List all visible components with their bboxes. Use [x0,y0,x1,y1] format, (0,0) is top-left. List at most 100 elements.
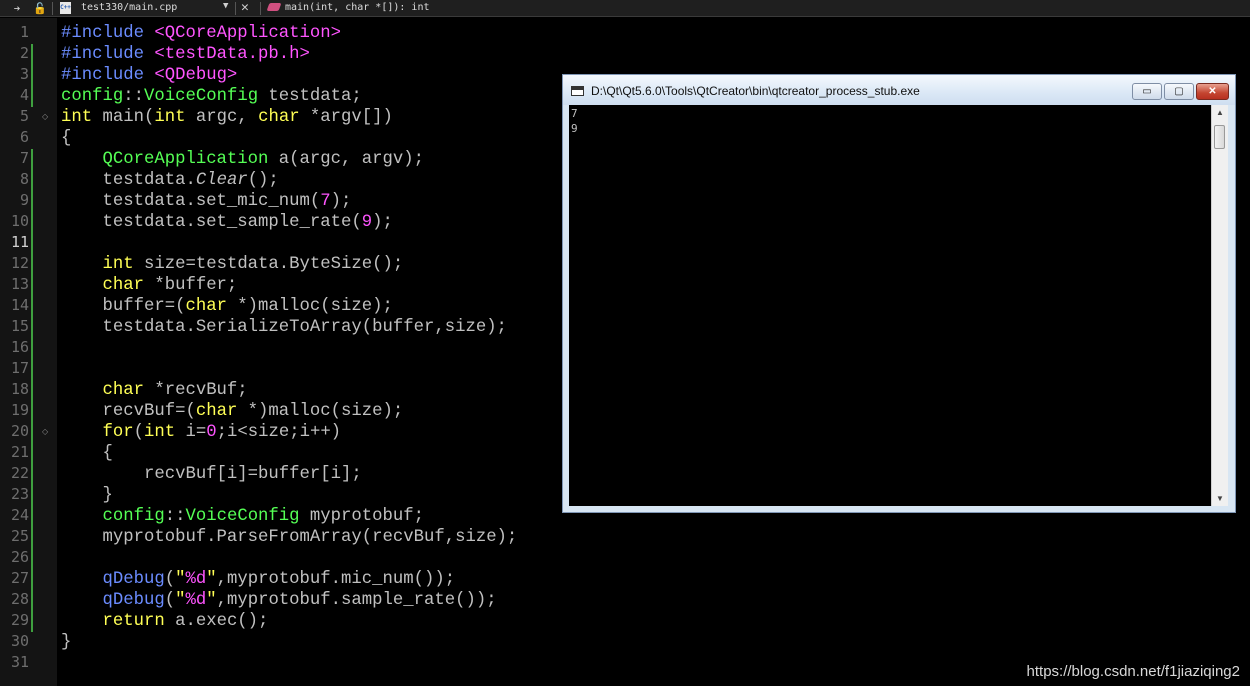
code-token: } [61,486,113,505]
console-window[interactable]: D:\Qt\Qt5.6.0\Tools\QtCreator\bin\qtcrea… [562,74,1236,513]
line-number: 25 [10,527,29,545]
line-number-gutter[interactable]: 1 2 3 4 5 6 7 8 9 10 11 12 13 14 15 16 17 18 19 20 21 22 23 24 2… [0,18,57,686]
code-token: (); [247,171,279,190]
console-title: D:\Qt\Qt5.6.0\Tools\QtCreator\bin\qtcrea… [591,84,920,98]
code-token: " [175,591,186,610]
line-number: 23 [10,485,29,503]
fold-marker-icon[interactable]: ◇ [42,427,48,436]
code-line[interactable]: testdata.SerializeToArray(buffer,size); [61,317,517,338]
code-line[interactable] [61,653,517,674]
code-token: 0 [206,423,217,442]
line-number: 29 [10,611,29,629]
code-line[interactable]: qDebug("%d",myprotobuf.mic_num()); [61,569,517,590]
code-token: testdata.set_sample_rate( [61,213,362,232]
code-line[interactable] [61,359,517,380]
close-icon[interactable]: ✕ [241,0,249,15]
scroll-up-icon[interactable]: ▲ [1212,105,1228,120]
code-token: *)malloc(size); [226,297,393,316]
code-token: recvBuf[i]=buffer[i]; [61,465,362,484]
code-line[interactable]: myprotobuf.ParseFromArray(recvBuf,size); [61,527,517,548]
code-line[interactable]: int size=testdata.ByteSize(); [61,254,517,275]
lock-icon[interactable]: 🔓 [33,1,47,15]
arrow-right-icon[interactable]: ➔ [10,1,24,15]
line-number: 24 [10,506,29,524]
code-token: Clear [195,171,248,190]
code-token: %d [185,591,207,610]
scrollbar-thumb[interactable] [1214,125,1225,149]
code-token: int [154,108,186,127]
code-line[interactable]: config::VoiceConfig testdata; [61,86,517,107]
code-token: return [102,612,165,631]
line-number: 3 [19,65,29,83]
scroll-down-icon[interactable]: ▼ [1212,491,1228,506]
code-line[interactable]: { [61,128,517,149]
console-output-line: 7 [571,107,578,120]
code-line[interactable]: #include <QCoreApplication> [61,23,517,44]
minimize-button[interactable]: ▭ [1132,83,1162,100]
code-token: char [185,297,227,316]
chevron-down-icon[interactable]: ▼ [223,1,228,11]
line-number: 4 [19,86,29,104]
code-line[interactable]: for(int i=0;i<size;i++) [61,422,517,443]
code-token: QCoreApplication [102,150,269,169]
code-token: char [102,381,144,400]
line-number: 10 [10,212,29,230]
code-line[interactable]: { [61,443,517,464]
code-token: VoiceConfig [143,87,259,106]
code-line[interactable]: } [61,632,517,653]
code-line[interactable] [61,548,517,569]
vertical-scrollbar[interactable]: ▲ ▼ [1211,105,1228,506]
line-number: 11 [10,233,29,251]
code-token: #include [61,66,155,85]
code-line[interactable]: } [61,485,517,506]
code-line[interactable]: config::VoiceConfig myprotobuf; [61,506,517,527]
code-token: ;i<size;i++) [216,423,342,442]
line-number: 27 [10,569,29,587]
code-line[interactable]: testdata.set_sample_rate(9); [61,212,517,233]
code-token: " [206,591,217,610]
code-token: int [143,423,176,442]
code-line[interactable]: recvBuf=(char *)malloc(size); [61,401,517,422]
code-line[interactable]: buffer=(char *)malloc(size); [61,296,517,317]
code-line[interactable]: #include <QDebug> [61,65,517,86]
code-token: qDebug [102,570,165,589]
editor-toolbar: ➔ 🔓 C++ test330/main.cpp ▼ ✕ main(int, c… [0,0,1250,17]
code-line[interactable] [61,233,517,254]
line-number: 28 [10,590,29,608]
line-number: 22 [10,464,29,482]
line-number: 20 [10,422,29,440]
line-number: 2 [19,44,29,62]
code-line[interactable]: testdata.Clear(); [61,170,517,191]
code-line[interactable]: char *recvBuf; [61,380,517,401]
toolbar-divider [260,2,261,15]
maximize-button[interactable]: ▢ [1164,83,1194,100]
code-line[interactable]: int main(int argc, char *argv[]) [61,107,517,128]
code-line[interactable]: char *buffer; [61,275,517,296]
code-line[interactable]: QCoreApplication a(argc, argv); [61,149,517,170]
code-line[interactable]: recvBuf[i]=buffer[i]; [61,464,517,485]
code-line[interactable] [61,338,517,359]
code-token: char [102,276,144,295]
close-button[interactable]: ✕ [1196,83,1229,100]
function-icon [266,3,282,11]
symbol-selector[interactable]: main(int, char *[]): int [285,2,430,13]
code-token: buffer=( [61,297,186,316]
code-editor[interactable]: #include <QCoreApplication> #include <tes… [61,23,517,674]
code-token: config [61,87,124,106]
code-line[interactable]: testdata.set_mic_num(7); [61,191,517,212]
document-selector[interactable]: test330/main.cpp [81,2,177,13]
code-line[interactable]: return a.exec(); [61,611,517,632]
line-number: 31 [10,653,29,671]
fold-marker-icon[interactable]: ◇ [42,112,48,121]
code-token: int [102,255,134,274]
console-titlebar[interactable]: D:\Qt\Qt5.6.0\Tools\QtCreator\bin\qtcrea… [563,75,1235,105]
code-line[interactable]: #include <testData.pb.h> [61,44,517,65]
code-token: ( [164,570,176,589]
console-output[interactable]: 7 9 [569,105,1211,506]
code-line[interactable]: qDebug("%d",myprotobuf.sample_rate()); [61,590,517,611]
code-token: a(argc, argv); [268,150,424,169]
change-marker [31,44,33,107]
